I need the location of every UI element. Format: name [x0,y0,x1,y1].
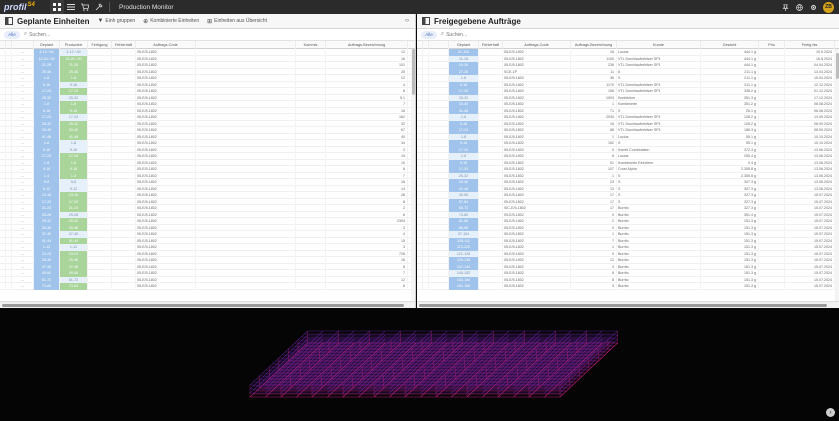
released-orders-header: Freigegebene Aufträge [417,14,839,29]
group-units-label: Einh gruppen [105,18,136,24]
column-header[interactable]: Prio [759,41,785,49]
order-code-cell: 05-E/5-1802 [136,283,196,290]
production-cell [88,283,112,290]
column-header[interactable]: Fehlerhaft [112,41,136,49]
released-orders-title: Freigegebene Aufträge [434,16,521,26]
row-menu-cell: … [12,283,34,290]
column-header[interactable]: Produziert [60,41,88,49]
column-header[interactable]: Geplant [449,41,479,49]
planned-units-vertical-scrollbar[interactable] [411,49,415,301]
gear-icon[interactable] [806,0,820,14]
pin-icon[interactable] [778,0,792,14]
priority-cell [759,283,785,290]
column-header[interactable]: Fertigung [88,41,112,49]
column-header[interactable]: Fehlerhaft [479,41,503,49]
order-name-cell: 3 [571,283,617,290]
combined-units-label: Kombinierte Einheiten [150,18,200,24]
search-input[interactable] [446,31,547,38]
globe-icon[interactable] [792,0,806,14]
group-units-tool[interactable]: ▼ Einh gruppen [97,18,135,24]
column-header[interactable]: Auftrags-Code [503,41,571,49]
units-overview-label: Einheiten aus Übersicht [214,18,267,24]
logo-text: profil [4,2,27,12]
cart-icon[interactable] [78,0,92,14]
page-title: Production Monitor [119,3,174,11]
faulty-cell [479,283,503,290]
list-icon[interactable] [64,0,78,14]
planned-units-table-header: Geplant Produziert Fertigung Fehlerhaft Auft… [0,41,415,49]
planned-cell: 73-84 [34,283,60,290]
order-name-cell: 8 [326,283,408,290]
units-overview-tool[interactable]: ⊞ Einheiten aus Übersicht [207,18,267,25]
app-logo[interactable]: profil S4 [0,0,50,14]
search-input[interactable] [29,31,130,38]
filter-all-pill[interactable]: Alle [421,30,437,39]
planned-units-header: Geplante Einheiten ▼ Einh gruppen ⊕ Kombin… [0,14,415,29]
panel-toggle-icon[interactable] [4,16,14,26]
row-menu-cell [429,283,449,290]
3d-viewport[interactable]: › [0,309,839,421]
column-header[interactable] [429,41,449,49]
toolbar-divider [109,2,110,12]
released-orders-panel: Freigegebene Aufträge Alle ⌕ GeplantFehl… [417,14,839,308]
due-date-cell: 15.07.2024 [785,283,835,290]
search-icon: ⌕ [24,31,28,37]
logo-superscript: S4 [27,2,35,8]
column-header[interactable]: Fertig bis [785,41,835,49]
column-header[interactable] [196,41,296,49]
column-header[interactable]: Auftrags-Code [136,41,196,49]
panel-toggle-icon[interactable] [421,16,431,26]
scroll-thumb[interactable] [2,304,404,307]
column-header[interactable]: Kunde [617,41,701,49]
column-header[interactable]: Geplant [34,41,60,49]
table-row[interactable]: … 73-84 73-84 05-E/5-1802 8 [0,283,415,290]
storage-grid-3d [249,330,618,398]
link-icon: ⊕ [143,18,149,25]
planned-units-panel: Geplante Einheiten ▼ Einh gruppen ⊕ Kombin… [0,14,416,308]
overview-icon: ⊞ [207,18,213,25]
column-header[interactable]: Auftrags-Bezeichnung [326,41,408,49]
released-orders-horizontal-scrollbar[interactable] [417,301,839,308]
column-header[interactable]: Auftrags-Bezeichnung [571,41,617,49]
expand-icon[interactable]: › [826,408,835,417]
scroll-thumb[interactable] [835,53,839,79]
column-header[interactable]: Gewicht [701,41,759,49]
table-row[interactable]: 161-168 05-E/5-1802 3 Burrito 151.3 g 15.07.2… [417,283,839,290]
search-box[interactable]: ⌕ [441,30,561,39]
filter-icon: ▼ [97,18,104,24]
spacer-cell [196,283,296,290]
faulty-cell [112,283,136,290]
released-orders-table-body: 21-100 05-E/5-1802 16 Lucius 444.1 g 19.5.202… [417,49,839,301]
planned-units-table-body: … 3-12 / 40 3-12 / 40 05-E/5-1802 12… 13-20 /… [0,49,415,301]
released-orders-table-header: Geplant Fehlerhaft Auftrags-Code Auftrags-B… [417,41,839,49]
planned-cell: 161-168 [449,283,479,290]
order-code-cell: 05-E/5-1802 [503,283,571,290]
search-box[interactable]: ⌕ [24,30,144,39]
production-monitor-app: profil S4 Production Monitor ZB Geplante… [0,0,839,421]
produced-cell: 73-84 [60,283,88,290]
top-bar-right: ZB [778,0,839,14]
planned-units-search-row: Alle ⌕ [0,29,415,41]
combined-units-tool[interactable]: ⊕ Kombinierte Einheiten [143,18,199,25]
scroll-thumb[interactable] [411,49,415,95]
customer-cell: Burrito [617,283,701,290]
weight-cell: 151.3 g [701,283,759,290]
planned-units-title: Geplante Einheiten [17,16,90,26]
kommis-cell [296,283,326,290]
search-icon: ⌕ [441,31,445,37]
scroll-thumb[interactable] [419,304,827,307]
column-header[interactable] [12,41,34,49]
released-orders-vertical-scrollbar[interactable] [835,49,839,301]
tools-icon[interactable] [92,0,106,14]
released-orders-search-row: Alle ⌕ [417,29,839,41]
grid-icon[interactable] [50,0,64,14]
top-bar: profil S4 Production Monitor ZB [0,0,839,14]
planned-units-horizontal-scrollbar[interactable] [0,301,415,308]
column-header[interactable]: Kommis [296,41,326,49]
avatar[interactable]: ZB [823,1,834,13]
collapse-icon[interactable]: ‹› [405,18,409,24]
filter-all-pill[interactable]: Alle [4,30,20,39]
